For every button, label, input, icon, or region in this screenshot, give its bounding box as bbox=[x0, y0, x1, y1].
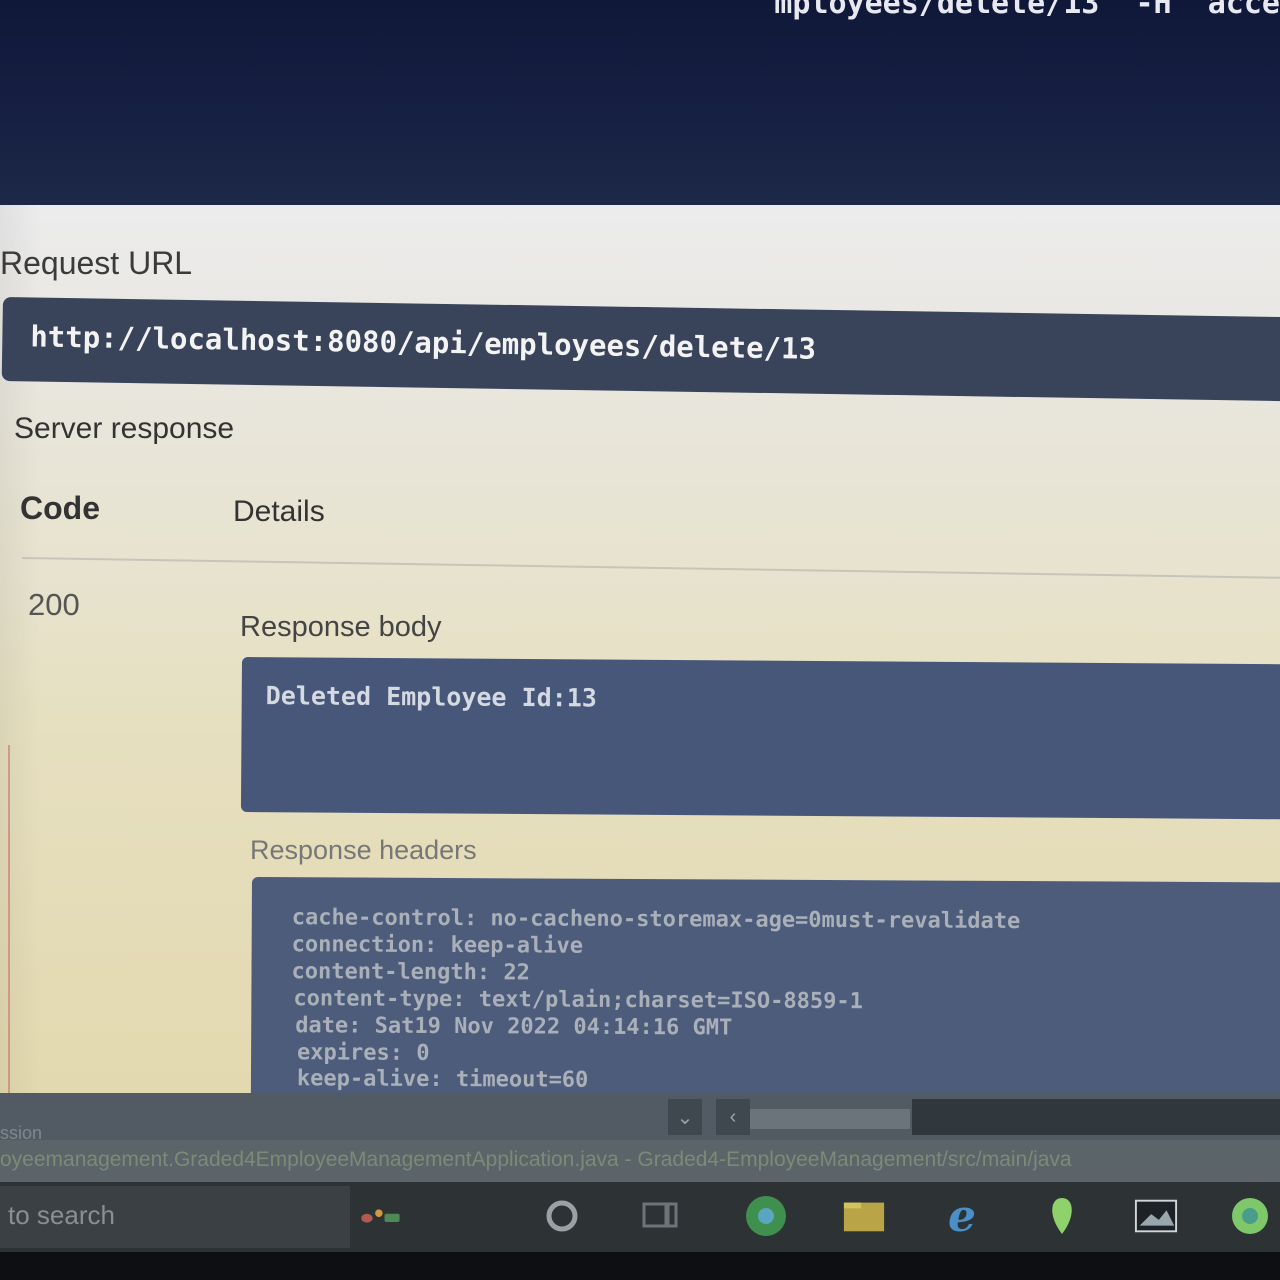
task-view-icon[interactable] bbox=[638, 1194, 682, 1238]
edge-icon[interactable]: e bbox=[940, 1191, 984, 1242]
header-line: cache-control: no-cacheno-storemax-age=0… bbox=[291, 905, 1021, 935]
file-explorer-icon[interactable] bbox=[842, 1194, 886, 1238]
app-icon[interactable] bbox=[1228, 1194, 1272, 1238]
response-code: 200 bbox=[28, 587, 80, 622]
photos-icon[interactable] bbox=[1134, 1194, 1178, 1238]
response-body-label: Response body bbox=[240, 611, 442, 643]
curl-command-area: mployees/delete/13" -H "acce bbox=[0, 0, 1280, 205]
chevron-down-icon[interactable]: ⌄ bbox=[668, 1099, 702, 1135]
horizontal-scrollbar-track[interactable] bbox=[912, 1099, 1280, 1135]
header-line: keep-alive: timeout=60 bbox=[296, 1066, 589, 1093]
taskbar-search-box[interactable]: to search bbox=[0, 1186, 350, 1248]
response-headers-label: Response headers bbox=[250, 835, 477, 865]
header-line: expires: 0 bbox=[297, 1040, 430, 1066]
margin-line bbox=[8, 745, 10, 1093]
response-body-box[interactable]: Deleted Employee Id:13 bbox=[240, 657, 1280, 820]
chrome-icon[interactable] bbox=[744, 1194, 788, 1238]
header-line: date: Sat19 Nov 2022 04:14:16 GMT bbox=[295, 1013, 733, 1041]
header-line: content-type: text/plain;charset=ISO-885… bbox=[293, 986, 863, 1015]
horizontal-scrollbar-thumb[interactable] bbox=[750, 1109, 910, 1129]
editor-status-bar: oyeemanagement.Graded4EmployeeManagement… bbox=[0, 1140, 1280, 1182]
curl-command-text: mployees/delete/13" -H "acce bbox=[774, 0, 1280, 21]
maps-icon[interactable] bbox=[1040, 1194, 1084, 1238]
request-url-box[interactable]: http://localhost:8080/api/employees/dele… bbox=[1, 297, 1280, 402]
column-divider bbox=[21, 557, 1280, 580]
monitor-bezel bbox=[0, 1252, 1280, 1280]
chevron-left-icon[interactable]: ‹ bbox=[716, 1099, 750, 1135]
details-column-header: Details bbox=[233, 495, 325, 528]
editor-scroll-strip: ssion ⌄ ‹ bbox=[0, 1093, 1280, 1143]
header-line: content-length: 22 bbox=[291, 959, 530, 986]
code-column-header: Code bbox=[20, 490, 100, 526]
response-headers-box[interactable]: cache-control: no-cacheno-storemax-age=0… bbox=[250, 877, 1280, 1093]
header-line: connection: keep-alive bbox=[291, 932, 584, 959]
request-url-label: Request URL bbox=[0, 245, 193, 281]
response-body-text: Deleted Employee Id:13 bbox=[265, 681, 597, 713]
cortana-icon[interactable] bbox=[540, 1194, 584, 1238]
taskbar-search-placeholder: to search bbox=[8, 1200, 115, 1230]
swagger-response-panel: Request URL http://localhost:8080/api/em… bbox=[0, 205, 1280, 1093]
server-response-label: Server response bbox=[14, 412, 235, 445]
windows-taskbar: to search e bbox=[0, 1182, 1280, 1252]
status-file-path: oyeemanagement.Graded4EmployeeManagement… bbox=[0, 1148, 1072, 1171]
apps-icon[interactable] bbox=[360, 1194, 404, 1238]
request-url-value: http://localhost:8080/api/employees/dele… bbox=[30, 319, 817, 366]
